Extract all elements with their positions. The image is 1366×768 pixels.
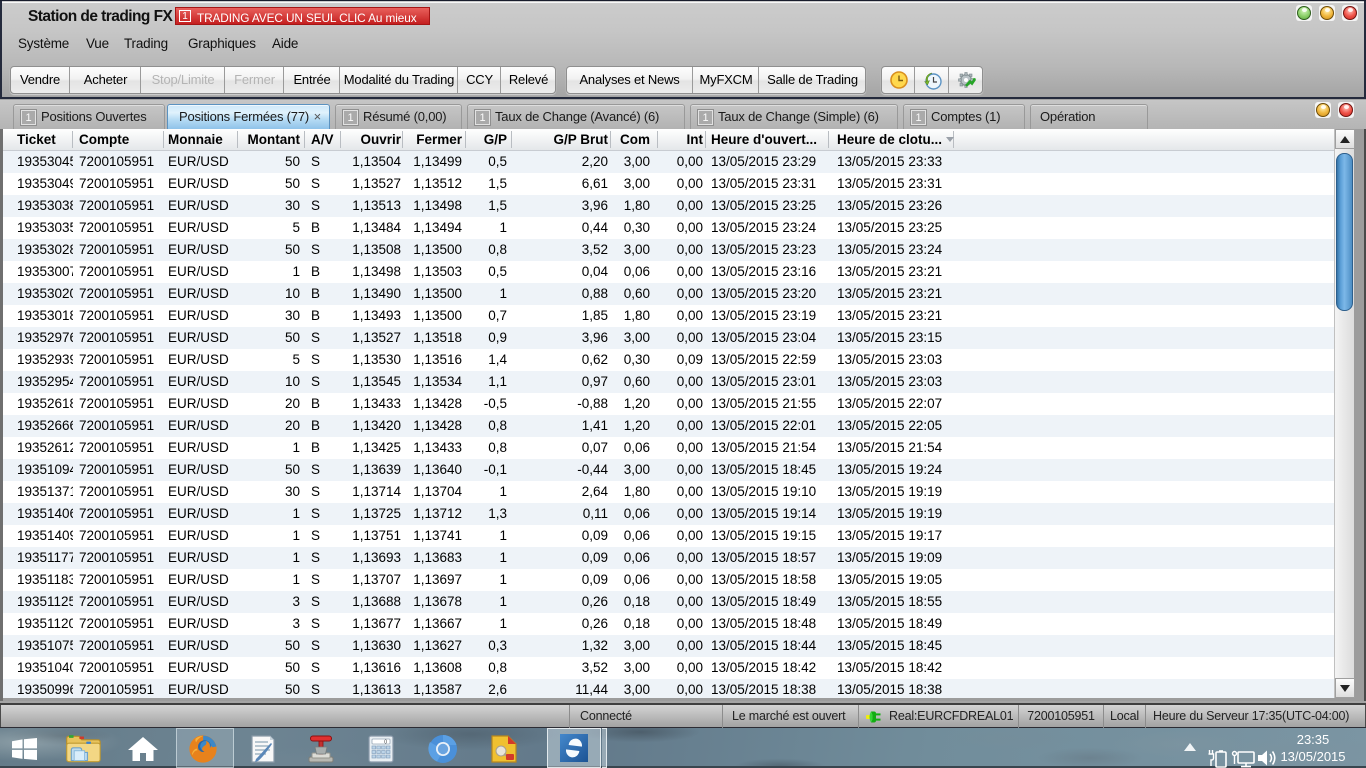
svg-text:0: 0	[384, 739, 387, 745]
